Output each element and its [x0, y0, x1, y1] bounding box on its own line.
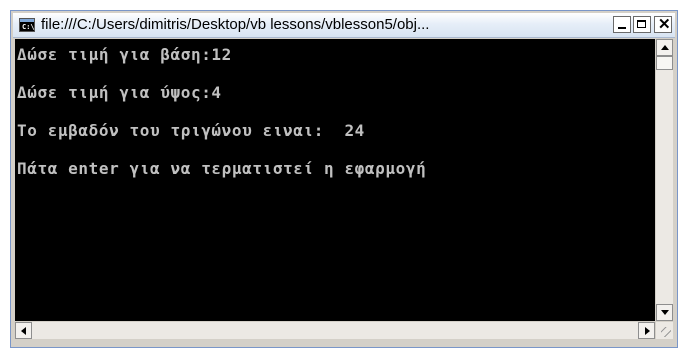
console-app-icon[interactable]: C:\ — [19, 18, 35, 32]
console-line-2: Δώσε τιμή για ύψος:4 — [17, 83, 222, 102]
vertical-scroll-thumb[interactable] — [656, 56, 673, 70]
scroll-left-button[interactable] — [15, 322, 32, 339]
console-line-3: Το εμβαδόν του τριγώνου ειναι: 24 — [17, 121, 365, 140]
vertical-scrollbar[interactable] — [656, 39, 673, 321]
minimize-button[interactable] — [613, 16, 631, 33]
maximize-button[interactable] — [633, 16, 651, 33]
close-button[interactable]: ✕ — [654, 16, 672, 33]
console-line-4: Πάτα enter για να τερματιστεί η εφαρμογή — [17, 159, 427, 178]
console-output[interactable]: Δώσε τιμή για βάση:12 Δώσε τιμή για ύψος… — [15, 39, 655, 321]
scroll-up-button[interactable] — [656, 39, 673, 56]
close-icon: ✕ — [658, 16, 671, 33]
scroll-right-button[interactable] — [638, 322, 655, 339]
title-bar[interactable]: C:\ file:///C:/Users/dimitris/Desktop/vb… — [13, 13, 675, 38]
resize-grip-icon[interactable] — [656, 322, 673, 339]
horizontal-scrollbar[interactable] — [15, 322, 655, 339]
scroll-down-button[interactable] — [656, 304, 673, 321]
window-title: file:///C:/Users/dimitris/Desktop/vb les… — [41, 16, 430, 33]
console-line-1: Δώσε τιμή για βάση:12 — [17, 45, 232, 64]
console-window: C:\ file:///C:/Users/dimitris/Desktop/vb… — [10, 10, 678, 348]
console-app-icon-text: C:\ — [22, 23, 35, 31]
